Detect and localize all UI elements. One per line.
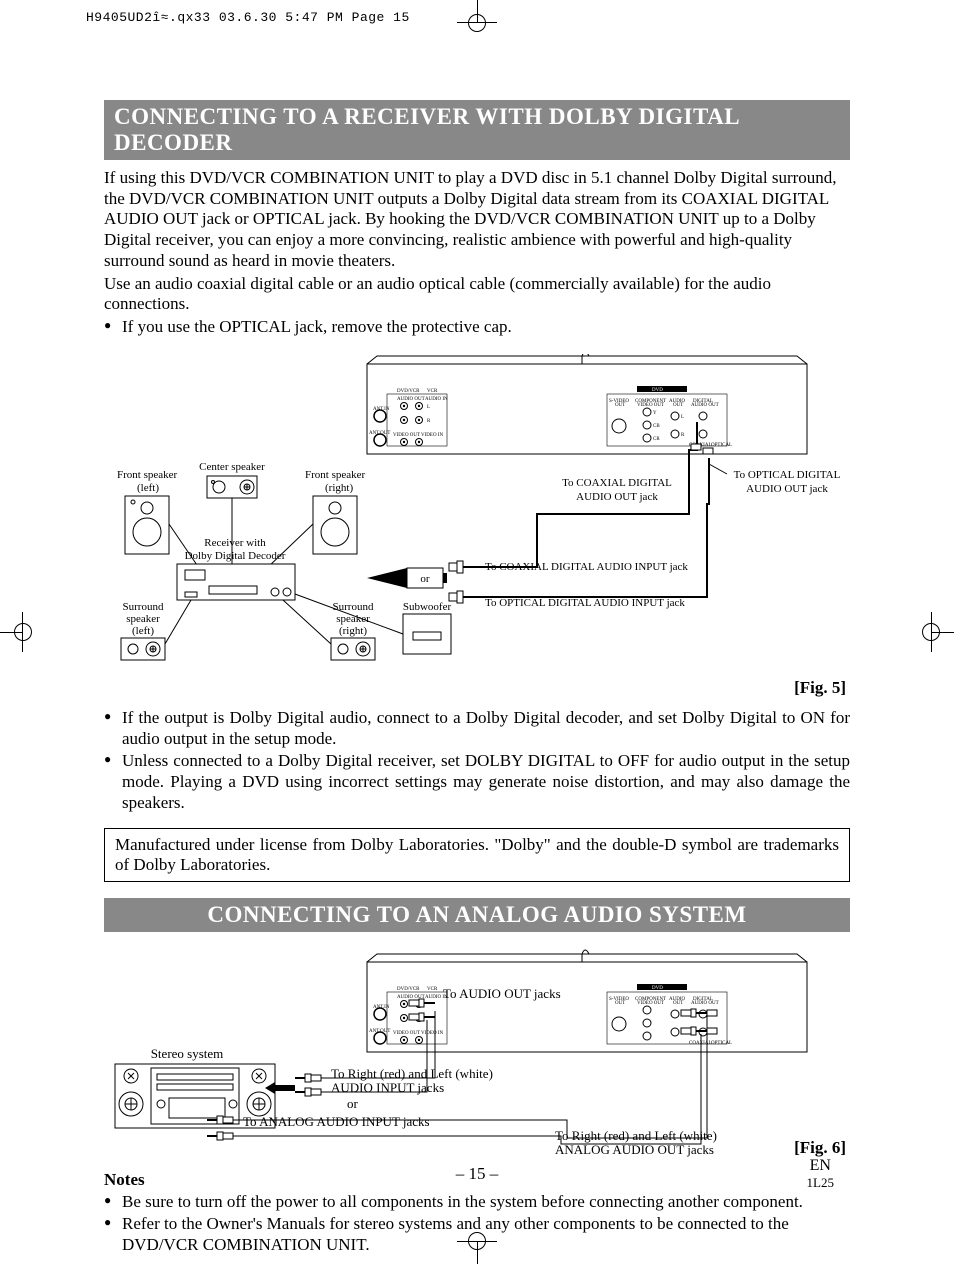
svg-text:VCR: VCR [427,389,438,394]
svg-text:L: L [427,405,430,410]
svg-text:AUDIO OUT: AUDIO OUT [397,397,425,402]
section-2-title: CONNECTING TO AN ANALOG AUDIO SYSTEM [104,898,850,932]
svg-text:OUT: OUT [673,1001,683,1006]
svg-text:Front speaker: Front speaker [305,469,366,481]
svg-text:OPTICAL: OPTICAL [711,1041,732,1046]
svg-text:COAXIAL: COAXIAL [689,1041,712,1046]
svg-text:AUDIO OUT jack: AUDIO OUT jack [576,491,658,503]
svg-text:OPTICAL: OPTICAL [711,443,732,448]
crop-mark-right [922,612,954,652]
figure-5-label: [Fig. 5] [104,678,846,698]
svg-text:To Right (red) and Left (white: To Right (red) and Left (white) [331,1066,493,1081]
svg-text:Surround: Surround [333,601,374,613]
svg-text:VIDEO IN: VIDEO IN [421,433,443,438]
print-job-header: H9405UD2î≈.qx33 03.6.30 5:47 PM Page 15 [86,10,410,25]
svg-text:VIDEO OUT: VIDEO OUT [637,403,664,408]
section-1-intro: If using this DVD/VCR COMBINATION UNIT t… [104,168,850,272]
figure-6-diagram: DVD/VCR VCR AUDIO OUT AUDIO IN ANT.IN AN… [104,948,850,1158]
svg-text:speaker: speaker [336,613,370,625]
svg-text:Dolby Digital Decoder: Dolby Digital Decoder [185,550,286,562]
svg-text:or: or [420,573,430,585]
notes-bullet-2: Refer to the Owner's Manuals for stereo … [104,1214,850,1255]
svg-text:To Right (red) and Left (white: To Right (red) and Left (white) [555,1128,717,1143]
svg-text:DVD/VCR: DVD/VCR [397,987,420,992]
svg-text:VIDEO IN: VIDEO IN [421,1031,443,1036]
svg-text:To OPTICAL DIGITAL: To OPTICAL DIGITAL [734,469,841,481]
svg-text:Front speaker: Front speaker [117,469,178,481]
figure-5-diagram: DVD/VCR VCR AUDIO OUT AUDIO IN ANT.IN L … [104,354,850,674]
svg-text:(left): (left) [137,482,159,494]
dolby-license-box: Manufactured under license from Dolby La… [104,828,850,882]
svg-text:DVD: DVD [652,986,663,991]
section-1-bullet-1: If the output is Dolby Digital audio, co… [104,708,850,749]
svg-text:CB: CB [653,424,660,429]
svg-text:Subwoofer: Subwoofer [403,601,452,613]
svg-text:Stereo system: Stereo system [151,1046,224,1061]
svg-text:VIDEO OUT: VIDEO OUT [393,1031,420,1036]
svg-text:AUDIO OUT: AUDIO OUT [691,1001,719,1006]
svg-text:AUDIO OUT: AUDIO OUT [691,403,719,408]
svg-text:Center speaker: Center speaker [199,461,265,473]
footer-code: EN 1L25 [807,1157,834,1192]
svg-text:To COAXIAL DIGITAL: To COAXIAL DIGITAL [562,477,672,489]
svg-text:To OPTICAL DIGITAL AUDIO INPUT: To OPTICAL DIGITAL AUDIO INPUT jack [485,597,685,609]
svg-text:AUDIO IN: AUDIO IN [425,397,448,402]
svg-text:Y: Y [653,411,657,416]
svg-text:DVD/VCR: DVD/VCR [397,389,420,394]
svg-text:(left): (left) [132,625,154,637]
svg-text:VCR: VCR [427,987,438,992]
svg-text:(right): (right) [339,625,367,637]
svg-text:DVD: DVD [652,388,663,393]
section-1-bullet-2: Unless connected to a Dolby Digital rece… [104,751,850,813]
svg-text:CR: CR [653,437,660,442]
section-1-title: CONNECTING TO A RECEIVER WITH DOLBY DIGI… [104,100,850,160]
svg-text:OUT: OUT [615,403,625,408]
crop-mark-top [457,0,497,32]
svg-text:L: L [681,415,684,420]
svg-text:To AUDIO OUT jacks: To AUDIO OUT jacks [443,986,561,1001]
crop-mark-left [0,612,32,652]
svg-text:Receiver with: Receiver with [204,537,266,549]
svg-text:or: or [347,1096,359,1111]
svg-text:ANALOG AUDIO OUT jacks: ANALOG AUDIO OUT jacks [555,1142,714,1157]
svg-text:OUT: OUT [673,403,683,408]
notes-bullet-1: Be sure to turn off the power to all com… [104,1192,850,1213]
svg-text:AUDIO OUT jack: AUDIO OUT jack [746,483,828,495]
section-1-top-bullet: If you use the OPTICAL jack, remove the … [104,317,850,338]
section-1-second: Use an audio coaxial digital cable or an… [104,274,850,315]
svg-text:To ANALOG AUDIO INPUT jacks: To ANALOG AUDIO INPUT jacks [243,1114,430,1129]
svg-text:Surround: Surround [123,601,164,613]
svg-text:VIDEO OUT: VIDEO OUT [393,433,420,438]
svg-text:OUT: OUT [615,1001,625,1006]
svg-text:(right): (right) [325,482,353,494]
svg-text:speaker: speaker [126,613,160,625]
svg-text:VIDEO OUT: VIDEO OUT [637,1001,664,1006]
